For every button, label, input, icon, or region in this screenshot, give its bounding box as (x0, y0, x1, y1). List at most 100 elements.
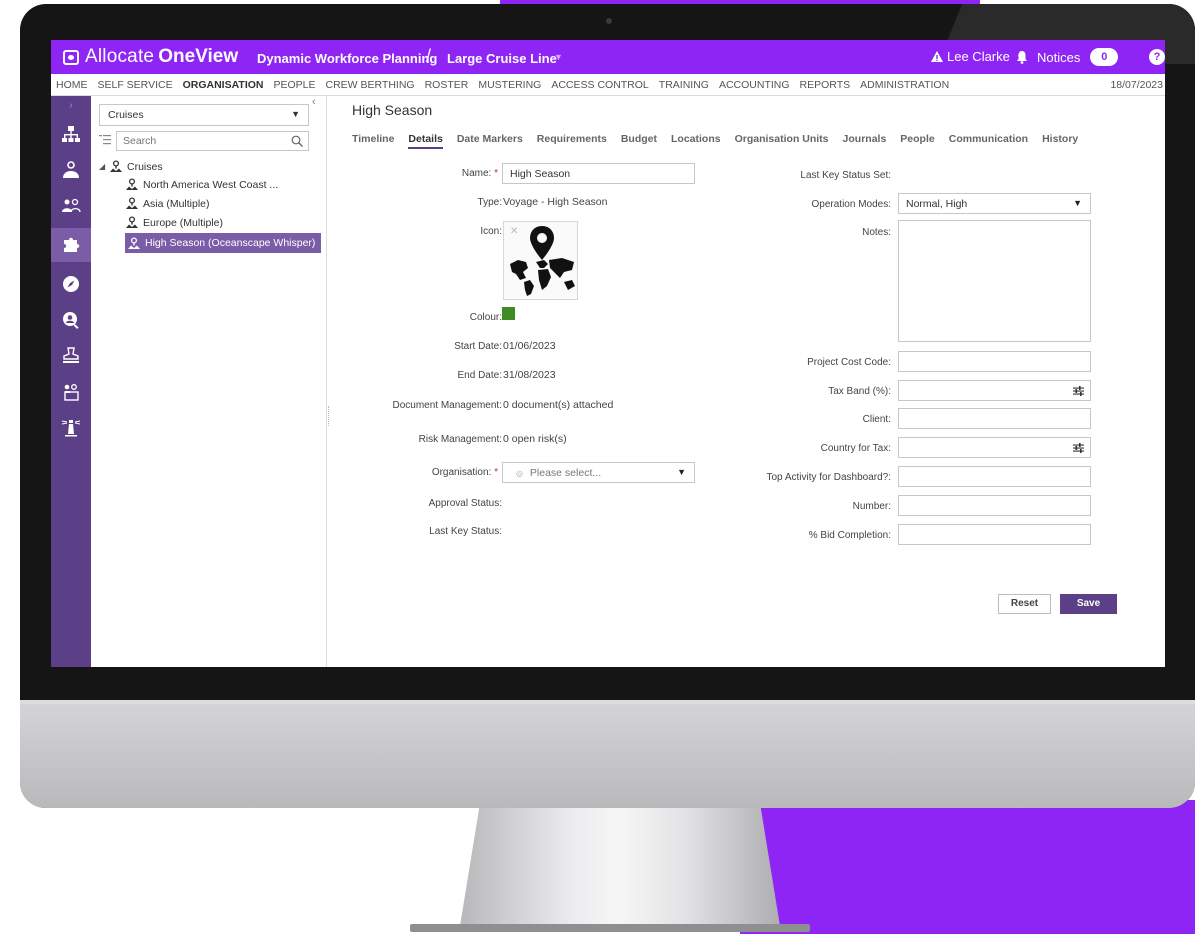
number-input[interactable] (898, 495, 1091, 516)
expand-rail-icon[interactable]: › (51, 96, 91, 116)
app-logo[interactable]: Allocate OneView (63, 46, 238, 68)
tree-node-asia[interactable]: Asia (Multiple) (125, 195, 210, 212)
search-person-icon[interactable] (61, 310, 81, 330)
lighthouse-icon[interactable] (61, 418, 81, 438)
tree-node-high-season[interactable]: High Season (Oceanscape Whisper) (125, 233, 322, 253)
notes-textarea[interactable] (898, 220, 1091, 342)
org-chart-icon[interactable] (61, 124, 81, 144)
tab-timeline[interactable]: Timeline (352, 133, 394, 149)
menu-roster[interactable]: ROSTER (420, 79, 474, 91)
document-management-label: Document Management: (392, 400, 502, 411)
chevron-down-icon[interactable]: ▼ (554, 52, 563, 62)
module-name: Dynamic Workforce Planning (257, 51, 438, 66)
tab-people[interactable]: People (900, 133, 934, 149)
menu-administration[interactable]: ADMINISTRATION (855, 79, 954, 91)
icon-label: Icon: (480, 226, 502, 237)
user-menu[interactable]: Lee Clarke ▼ (931, 49, 1025, 64)
webcam-dot (606, 18, 612, 24)
menu-reports[interactable]: REPORTS (795, 79, 856, 91)
bid-completion-input[interactable] (898, 524, 1091, 545)
list-filter-icon[interactable] (99, 135, 111, 145)
menu-home[interactable]: HOME (51, 79, 93, 91)
compass-icon[interactable] (61, 274, 81, 294)
reset-button[interactable]: Reset (998, 594, 1051, 614)
menu-mustering[interactable]: MUSTERING (473, 79, 546, 91)
slider-settings-icon[interactable] (1073, 443, 1084, 453)
organisation-tree-panel: ‹ Cruises ▼ ◢ Cruises North America West… (91, 96, 327, 667)
country-for-tax-label: Country for Tax: (820, 443, 891, 454)
icon-picker[interactable]: ✕ (503, 221, 578, 300)
menu-access-control[interactable]: ACCESS CONTROL (546, 79, 653, 91)
notices-count-badge: 0 (1090, 48, 1119, 66)
tree-node-label: Asia (Multiple) (143, 197, 210, 210)
tab-date-markers[interactable]: Date Markers (457, 133, 523, 149)
icon-rail: › (51, 96, 91, 667)
organisation-select[interactable]: ◎ Please select... ▼ (502, 462, 695, 483)
required-marker: * (494, 168, 498, 179)
tree-root-select[interactable]: Cruises ▼ (99, 104, 309, 126)
tree-node-europe[interactable]: Europe (Multiple) (125, 214, 223, 231)
client-input[interactable] (898, 408, 1091, 429)
approval-status-label: Approval Status: (428, 498, 502, 509)
help-icon[interactable]: ? (1149, 49, 1165, 65)
notices-button[interactable]: Notices 0 (1015, 48, 1119, 66)
tab-organisation-units[interactable]: Organisation Units (735, 133, 829, 149)
tree-search-row (99, 131, 309, 151)
organisation-node-icon (126, 216, 138, 228)
tab-budget[interactable]: Budget (621, 133, 657, 149)
organisation-node-icon (110, 160, 122, 172)
world-map-pin-icon (510, 226, 575, 296)
tree-node-north-america[interactable]: North America West Coast ... (125, 176, 278, 193)
organisation-node-icon (126, 178, 138, 190)
tab-communication[interactable]: Communication (949, 133, 1028, 149)
current-date: 18/07/2023 (1110, 79, 1163, 91)
tree-expand-icon[interactable]: ◢ (99, 162, 109, 171)
chevron-down-icon: ▼ (677, 467, 686, 477)
tab-journals[interactable]: Journals (843, 133, 887, 149)
slider-settings-icon[interactable] (1073, 386, 1084, 396)
main-menu: HOME SELF SERVICE ORGANISATION PEOPLE CR… (51, 74, 1165, 96)
risk-management-link[interactable]: 0 open risk(s) (503, 433, 567, 445)
name-input[interactable]: High Season (502, 163, 695, 184)
menu-organisation[interactable]: ORGANISATION (178, 79, 269, 91)
users-folder-icon[interactable] (61, 382, 81, 402)
search-icon[interactable] (291, 135, 303, 147)
organisation-label: Organisation: * (431, 467, 498, 478)
colour-swatch[interactable] (502, 307, 515, 320)
location-people-icon[interactable] (61, 160, 81, 180)
menu-accounting[interactable]: ACCOUNTING (714, 79, 795, 91)
type-label: Type: (477, 197, 502, 208)
context-selector[interactable]: Large Cruise Line (447, 51, 557, 66)
tab-history[interactable]: History (1042, 133, 1078, 149)
details-panel: High Season Timeline Details Date Marker… (328, 96, 1165, 667)
operation-modes-select[interactable]: Normal, High ▼ (898, 193, 1091, 214)
project-cost-code-input[interactable] (898, 351, 1091, 372)
people-icon[interactable] (61, 196, 81, 216)
top-activity-input[interactable] (898, 466, 1091, 487)
tab-details[interactable]: Details (408, 133, 443, 149)
menu-people[interactable]: PEOPLE (268, 79, 320, 91)
menu-training[interactable]: TRAINING (654, 79, 714, 91)
collapse-panel-icon[interactable]: ‹ (312, 96, 316, 108)
save-button[interactable]: Save (1060, 594, 1117, 614)
warning-triangle-icon (931, 51, 943, 62)
country-for-tax-input[interactable] (898, 437, 1091, 458)
chevron-down-icon: ▼ (291, 109, 300, 119)
end-date-value: 31/08/2023 (503, 369, 556, 381)
tree-node-label: North America West Coast ... (143, 178, 279, 191)
rail-item-selected[interactable] (51, 228, 91, 262)
tree-search-input[interactable] (116, 131, 309, 151)
tree-node-root[interactable]: ◢ Cruises (99, 158, 163, 175)
breadcrumb-separator: / (426, 46, 432, 66)
document-management-link[interactable]: 0 document(s) attached (503, 399, 613, 411)
menu-crew-berthing[interactable]: CREW BERTHING (321, 79, 420, 91)
tax-band-input[interactable] (898, 380, 1091, 401)
purple-backdrop-bottom (740, 800, 1195, 934)
stamp-icon[interactable] (61, 346, 81, 366)
tab-locations[interactable]: Locations (671, 133, 721, 149)
tree-node-label: High Season (Oceanscape Whisper) (145, 237, 316, 249)
menu-self-service[interactable]: SELF SERVICE (93, 79, 178, 91)
number-label: Number: (852, 501, 891, 512)
monitor-stand-foot (410, 924, 810, 932)
tab-requirements[interactable]: Requirements (537, 133, 607, 149)
